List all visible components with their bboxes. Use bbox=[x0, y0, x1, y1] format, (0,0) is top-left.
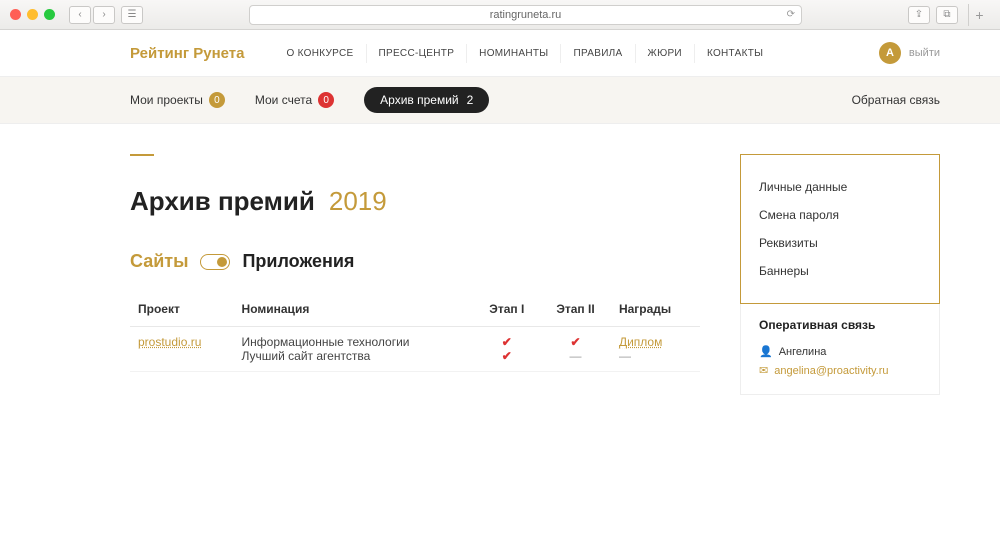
checkmark-icon: ✔ bbox=[548, 335, 603, 349]
browser-chrome: ‹ › ☰ ratingruneta.ru ⟳ ⇪ ⧉ + bbox=[0, 0, 1000, 30]
url-bar[interactable]: ratingruneta.ru ⟳ bbox=[249, 5, 802, 25]
table-header-row: Проект Номинация Этап I Этап II Награды bbox=[130, 292, 700, 327]
category-toggle[interactable] bbox=[200, 254, 230, 270]
nomination-name: Информационные технологии bbox=[242, 335, 466, 349]
site-header: Рейтинг Рунета О КОНКУРСЕ ПРЕСС-ЦЕНТР НО… bbox=[0, 30, 1000, 76]
tab-sites[interactable]: Сайты bbox=[130, 251, 188, 272]
nav-rules[interactable]: ПРАВИЛА bbox=[561, 44, 635, 63]
nav-jury[interactable]: ЖЮРИ bbox=[636, 44, 695, 63]
reload-icon[interactable]: ⟳ bbox=[787, 9, 795, 20]
share-button[interactable]: ⇪ bbox=[908, 6, 930, 24]
contact-email: angelina@proactivity.ru bbox=[774, 365, 888, 377]
window-controls bbox=[10, 9, 55, 20]
page-title: Архив премий bbox=[130, 186, 315, 217]
th-project: Проект bbox=[130, 292, 234, 327]
forward-button[interactable]: › bbox=[93, 6, 115, 24]
dash-icon: — bbox=[619, 349, 692, 363]
archive-label: Архив премий bbox=[380, 93, 458, 107]
tab-apps[interactable]: Приложения bbox=[242, 251, 354, 272]
checkmark-icon: ✔ bbox=[482, 349, 533, 363]
maximize-icon[interactable] bbox=[44, 9, 55, 20]
contact-email-row[interactable]: ✉ angelina@proactivity.ru bbox=[759, 361, 921, 380]
contact-name-row: 👤 Ангелина bbox=[759, 342, 921, 361]
main-nav: О КОНКУРСЕ ПРЕСС-ЦЕНТР НОМИНАНТЫ ПРАВИЛА… bbox=[274, 44, 878, 63]
th-stage1: Этап I bbox=[474, 292, 541, 327]
minimize-icon[interactable] bbox=[27, 9, 38, 20]
sub-nav: Мои проекты 0 Мои счета 0 Архив премий 2… bbox=[0, 76, 1000, 124]
awards-table: Проект Номинация Этап I Этап II Награды … bbox=[130, 292, 700, 372]
nav-press[interactable]: ПРЕСС-ЦЕНТР bbox=[367, 44, 468, 63]
user-icon: 👤 bbox=[759, 345, 773, 358]
tabs-button[interactable]: ⧉ bbox=[936, 6, 958, 24]
new-tab-button[interactable]: + bbox=[968, 4, 990, 26]
logout-link[interactable]: выйти bbox=[909, 47, 940, 59]
back-button[interactable]: ‹ bbox=[69, 6, 91, 24]
mail-icon: ✉ bbox=[759, 364, 768, 377]
award-link[interactable]: Диплом bbox=[619, 335, 662, 349]
accounts-badge: 0 bbox=[318, 92, 334, 108]
category-tabs: Сайты Приложения bbox=[130, 251, 700, 272]
nomination-name: Лучший сайт агентства bbox=[242, 349, 466, 363]
url-text: ratingruneta.ru bbox=[490, 9, 562, 21]
my-projects-link[interactable]: Мои проекты 0 bbox=[130, 92, 225, 108]
contact-title: Оперативная связь bbox=[759, 318, 921, 332]
th-awards: Награды bbox=[611, 292, 700, 327]
close-icon[interactable] bbox=[10, 9, 21, 20]
nav-contacts[interactable]: КОНТАКТЫ bbox=[695, 44, 775, 63]
th-nomination: Номинация bbox=[234, 292, 474, 327]
archive-pill[interactable]: Архив премий 2 bbox=[364, 87, 489, 113]
checkmark-icon: ✔ bbox=[482, 335, 533, 349]
archive-count: 2 bbox=[467, 93, 474, 107]
nav-about[interactable]: О КОНКУРСЕ bbox=[274, 44, 366, 63]
avatar[interactable]: А bbox=[879, 42, 901, 64]
sidebar-contact: Оперативная связь 👤 Ангелина ✉ angelina@… bbox=[740, 304, 940, 395]
sidebar-item-personal[interactable]: Личные данные bbox=[759, 173, 921, 201]
nav-nominees[interactable]: НОМИНАНТЫ bbox=[467, 44, 561, 63]
table-row: prostudio.ru Информационные технологии Л… bbox=[130, 327, 700, 372]
user-area: А выйти bbox=[879, 42, 940, 64]
project-link[interactable]: prostudio.ru bbox=[138, 335, 201, 349]
sidebar-item-banners[interactable]: Баннеры bbox=[759, 257, 921, 285]
contact-name: Ангелина bbox=[779, 346, 827, 358]
th-stage2: Этап II bbox=[540, 292, 611, 327]
main-content: Архив премий 2019 Сайты Приложения Проек… bbox=[130, 154, 700, 395]
my-projects-label: Мои проекты bbox=[130, 93, 203, 107]
my-accounts-label: Мои счета bbox=[255, 93, 312, 107]
sidebar: Личные данные Смена пароля Реквизиты Бан… bbox=[740, 154, 940, 395]
logo[interactable]: Рейтинг Рунета bbox=[130, 45, 244, 62]
sidebar-item-password[interactable]: Смена пароля bbox=[759, 201, 921, 229]
sidebar-item-requisites[interactable]: Реквизиты bbox=[759, 229, 921, 257]
feedback-link[interactable]: Обратная связь bbox=[852, 93, 940, 107]
projects-badge: 0 bbox=[209, 92, 225, 108]
sidebar-toggle-button[interactable]: ☰ bbox=[121, 6, 143, 24]
page-year: 2019 bbox=[329, 186, 387, 217]
sidebar-menu: Личные данные Смена пароля Реквизиты Бан… bbox=[740, 154, 940, 304]
accent-line bbox=[130, 154, 154, 156]
my-accounts-link[interactable]: Мои счета 0 bbox=[255, 92, 334, 108]
dash-icon: — bbox=[548, 349, 603, 363]
